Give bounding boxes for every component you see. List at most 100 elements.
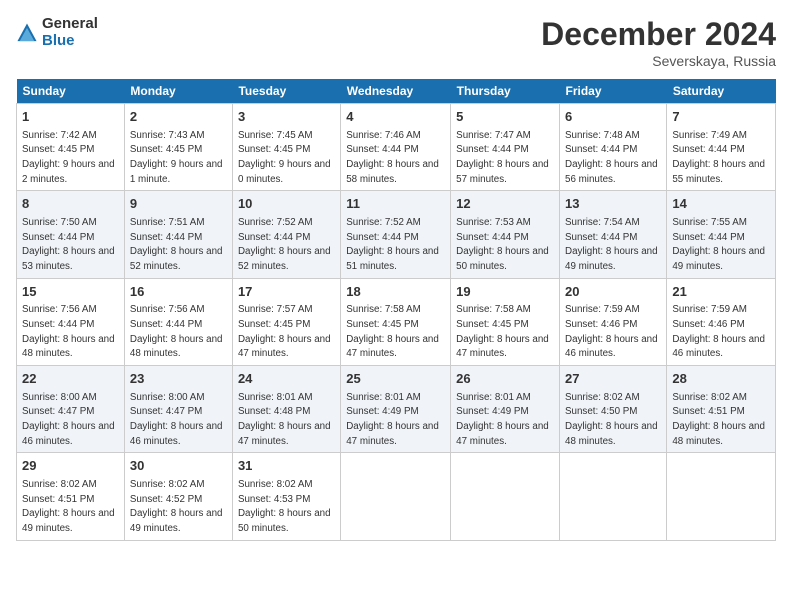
day-cell-24: 24 Sunrise: 8:01 AMSunset: 4:48 PMDaylig… <box>232 366 340 453</box>
day-info: Sunrise: 7:43 AMSunset: 4:45 PMDaylight:… <box>130 130 223 185</box>
day-info: Sunrise: 7:42 AMSunset: 4:45 PMDaylight:… <box>22 130 115 185</box>
day-cell-13: 13 Sunrise: 7:54 AMSunset: 4:44 PMDaylig… <box>560 191 667 278</box>
title-section: December 2024 Severskaya, Russia <box>541 16 776 69</box>
day-cell-8: 8 Sunrise: 7:50 AMSunset: 4:44 PMDayligh… <box>17 191 125 278</box>
day-info: Sunrise: 7:57 AMSunset: 4:45 PMDaylight:… <box>238 304 331 359</box>
day-number: 23 <box>130 370 227 388</box>
day-info: Sunrise: 7:54 AMSunset: 4:44 PMDaylight:… <box>565 217 658 272</box>
day-cell-17: 17 Sunrise: 7:57 AMSunset: 4:45 PMDaylig… <box>232 278 340 365</box>
col-sunday: Sunday <box>17 79 125 104</box>
day-number: 2 <box>130 108 227 126</box>
day-info: Sunrise: 7:48 AMSunset: 4:44 PMDaylight:… <box>565 130 658 185</box>
day-cell-23: 23 Sunrise: 8:00 AMSunset: 4:47 PMDaylig… <box>124 366 232 453</box>
col-thursday: Thursday <box>451 79 560 104</box>
day-cell-22: 22 Sunrise: 8:00 AMSunset: 4:47 PMDaylig… <box>17 366 125 453</box>
day-number: 13 <box>565 195 661 213</box>
day-info: Sunrise: 7:50 AMSunset: 4:44 PMDaylight:… <box>22 217 115 272</box>
day-number: 17 <box>238 283 335 301</box>
day-info: Sunrise: 8:01 AMSunset: 4:49 PMDaylight:… <box>346 392 439 447</box>
day-info: Sunrise: 8:02 AMSunset: 4:50 PMDaylight:… <box>565 392 658 447</box>
day-info: Sunrise: 7:56 AMSunset: 4:44 PMDaylight:… <box>130 304 223 359</box>
day-info: Sunrise: 7:53 AMSunset: 4:44 PMDaylight:… <box>456 217 549 272</box>
day-info: Sunrise: 7:58 AMSunset: 4:45 PMDaylight:… <box>456 304 549 359</box>
col-saturday: Saturday <box>667 79 776 104</box>
day-info: Sunrise: 8:02 AMSunset: 4:51 PMDaylight:… <box>22 479 115 534</box>
day-info: Sunrise: 8:00 AMSunset: 4:47 PMDaylight:… <box>130 392 223 447</box>
day-number: 24 <box>238 370 335 388</box>
day-cell-16: 16 Sunrise: 7:56 AMSunset: 4:44 PMDaylig… <box>124 278 232 365</box>
day-number: 3 <box>238 108 335 126</box>
day-cell-18: 18 Sunrise: 7:58 AMSunset: 4:45 PMDaylig… <box>341 278 451 365</box>
logo-text: General Blue <box>42 16 98 49</box>
day-number: 6 <box>565 108 661 126</box>
day-number: 26 <box>456 370 554 388</box>
month-title: December 2024 <box>541 16 776 53</box>
day-number: 7 <box>672 108 770 126</box>
empty-cell-4-4 <box>451 453 560 540</box>
day-number: 31 <box>238 457 335 475</box>
day-number: 22 <box>22 370 119 388</box>
empty-cell-4-5 <box>560 453 667 540</box>
day-cell-2: 2 Sunrise: 7:43 AMSunset: 4:45 PMDayligh… <box>124 104 232 191</box>
day-cell-14: 14 Sunrise: 7:55 AMSunset: 4:44 PMDaylig… <box>667 191 776 278</box>
location-subtitle: Severskaya, Russia <box>541 53 776 69</box>
day-number: 8 <box>22 195 119 213</box>
day-number: 4 <box>346 108 445 126</box>
day-cell-7: 7 Sunrise: 7:49 AMSunset: 4:44 PMDayligh… <box>667 104 776 191</box>
calendar-table: Sunday Monday Tuesday Wednesday Thursday… <box>16 79 776 541</box>
header: General Blue December 2024 Severskaya, R… <box>16 16 776 69</box>
day-cell-3: 3 Sunrise: 7:45 AMSunset: 4:45 PMDayligh… <box>232 104 340 191</box>
day-cell-6: 6 Sunrise: 7:48 AMSunset: 4:44 PMDayligh… <box>560 104 667 191</box>
week-row-1: 1 Sunrise: 7:42 AMSunset: 4:45 PMDayligh… <box>17 104 776 191</box>
day-info: Sunrise: 8:00 AMSunset: 4:47 PMDaylight:… <box>22 392 115 447</box>
day-cell-11: 11 Sunrise: 7:52 AMSunset: 4:44 PMDaylig… <box>341 191 451 278</box>
page-container: General Blue December 2024 Severskaya, R… <box>0 0 792 549</box>
calendar-header-row: Sunday Monday Tuesday Wednesday Thursday… <box>17 79 776 104</box>
day-info: Sunrise: 8:02 AMSunset: 4:51 PMDaylight:… <box>672 392 765 447</box>
day-number: 28 <box>672 370 770 388</box>
day-cell-26: 26 Sunrise: 8:01 AMSunset: 4:49 PMDaylig… <box>451 366 560 453</box>
day-cell-20: 20 Sunrise: 7:59 AMSunset: 4:46 PMDaylig… <box>560 278 667 365</box>
day-cell-28: 28 Sunrise: 8:02 AMSunset: 4:51 PMDaylig… <box>667 366 776 453</box>
day-number: 19 <box>456 283 554 301</box>
col-friday: Friday <box>560 79 667 104</box>
day-number: 5 <box>456 108 554 126</box>
logo-icon <box>16 22 38 44</box>
day-info: Sunrise: 7:59 AMSunset: 4:46 PMDaylight:… <box>672 304 765 359</box>
day-info: Sunrise: 7:45 AMSunset: 4:45 PMDaylight:… <box>238 130 331 185</box>
col-wednesday: Wednesday <box>341 79 451 104</box>
day-cell-4: 4 Sunrise: 7:46 AMSunset: 4:44 PMDayligh… <box>341 104 451 191</box>
day-cell-31: 31 Sunrise: 8:02 AMSunset: 4:53 PMDaylig… <box>232 453 340 540</box>
logo-general: General <box>42 16 98 33</box>
day-info: Sunrise: 8:01 AMSunset: 4:48 PMDaylight:… <box>238 392 331 447</box>
day-number: 27 <box>565 370 661 388</box>
day-info: Sunrise: 7:59 AMSunset: 4:46 PMDaylight:… <box>565 304 658 359</box>
day-cell-12: 12 Sunrise: 7:53 AMSunset: 4:44 PMDaylig… <box>451 191 560 278</box>
day-info: Sunrise: 7:52 AMSunset: 4:44 PMDaylight:… <box>238 217 331 272</box>
day-info: Sunrise: 8:01 AMSunset: 4:49 PMDaylight:… <box>456 392 549 447</box>
day-cell-30: 30 Sunrise: 8:02 AMSunset: 4:52 PMDaylig… <box>124 453 232 540</box>
day-number: 14 <box>672 195 770 213</box>
day-number: 25 <box>346 370 445 388</box>
day-number: 20 <box>565 283 661 301</box>
day-number: 21 <box>672 283 770 301</box>
day-cell-21: 21 Sunrise: 7:59 AMSunset: 4:46 PMDaylig… <box>667 278 776 365</box>
day-cell-19: 19 Sunrise: 7:58 AMSunset: 4:45 PMDaylig… <box>451 278 560 365</box>
day-info: Sunrise: 7:56 AMSunset: 4:44 PMDaylight:… <box>22 304 115 359</box>
empty-cell-4-3 <box>341 453 451 540</box>
day-number: 1 <box>22 108 119 126</box>
day-number: 11 <box>346 195 445 213</box>
day-cell-25: 25 Sunrise: 8:01 AMSunset: 4:49 PMDaylig… <box>341 366 451 453</box>
empty-cell-4-6 <box>667 453 776 540</box>
day-cell-9: 9 Sunrise: 7:51 AMSunset: 4:44 PMDayligh… <box>124 191 232 278</box>
day-number: 29 <box>22 457 119 475</box>
day-number: 30 <box>130 457 227 475</box>
day-info: Sunrise: 8:02 AMSunset: 4:52 PMDaylight:… <box>130 479 223 534</box>
day-number: 9 <box>130 195 227 213</box>
day-cell-27: 27 Sunrise: 8:02 AMSunset: 4:50 PMDaylig… <box>560 366 667 453</box>
logo-blue: Blue <box>42 33 98 50</box>
week-row-2: 8 Sunrise: 7:50 AMSunset: 4:44 PMDayligh… <box>17 191 776 278</box>
week-row-3: 15 Sunrise: 7:56 AMSunset: 4:44 PMDaylig… <box>17 278 776 365</box>
day-info: Sunrise: 7:51 AMSunset: 4:44 PMDaylight:… <box>130 217 223 272</box>
day-cell-10: 10 Sunrise: 7:52 AMSunset: 4:44 PMDaylig… <box>232 191 340 278</box>
